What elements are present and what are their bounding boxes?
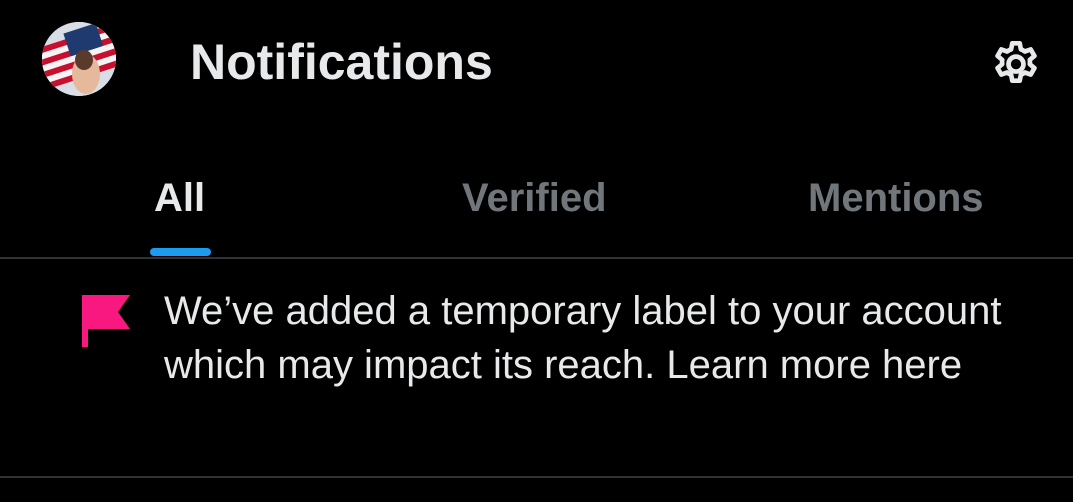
notification-divider bbox=[0, 476, 1073, 478]
selected-tab-indicator bbox=[150, 248, 211, 256]
tab-verified-label: Verified bbox=[462, 176, 607, 220]
avatar[interactable] bbox=[42, 22, 116, 96]
tab-all-label: All bbox=[154, 176, 206, 220]
notification-text: We’ve added a temporary label to your ac… bbox=[164, 289, 1002, 387]
settings-button[interactable] bbox=[984, 30, 1048, 94]
flag-icon bbox=[82, 295, 130, 347]
avatar-image bbox=[42, 22, 116, 96]
notification-tabs: All Verified Mentions bbox=[0, 150, 1073, 258]
page-title: Notifications bbox=[190, 34, 493, 90]
tab-mentions-label: Mentions bbox=[808, 176, 984, 220]
tabs-divider bbox=[0, 257, 1073, 259]
top-app-bar: Notifications bbox=[0, 0, 1073, 130]
tab-mentions[interactable]: Mentions bbox=[780, 150, 1040, 258]
tab-verified[interactable]: Verified bbox=[420, 150, 660, 258]
gear-icon bbox=[995, 41, 1037, 83]
notification-item[interactable]: We’ve added a temporary label to your ac… bbox=[0, 260, 1073, 476]
tab-all[interactable]: All bbox=[100, 150, 260, 258]
